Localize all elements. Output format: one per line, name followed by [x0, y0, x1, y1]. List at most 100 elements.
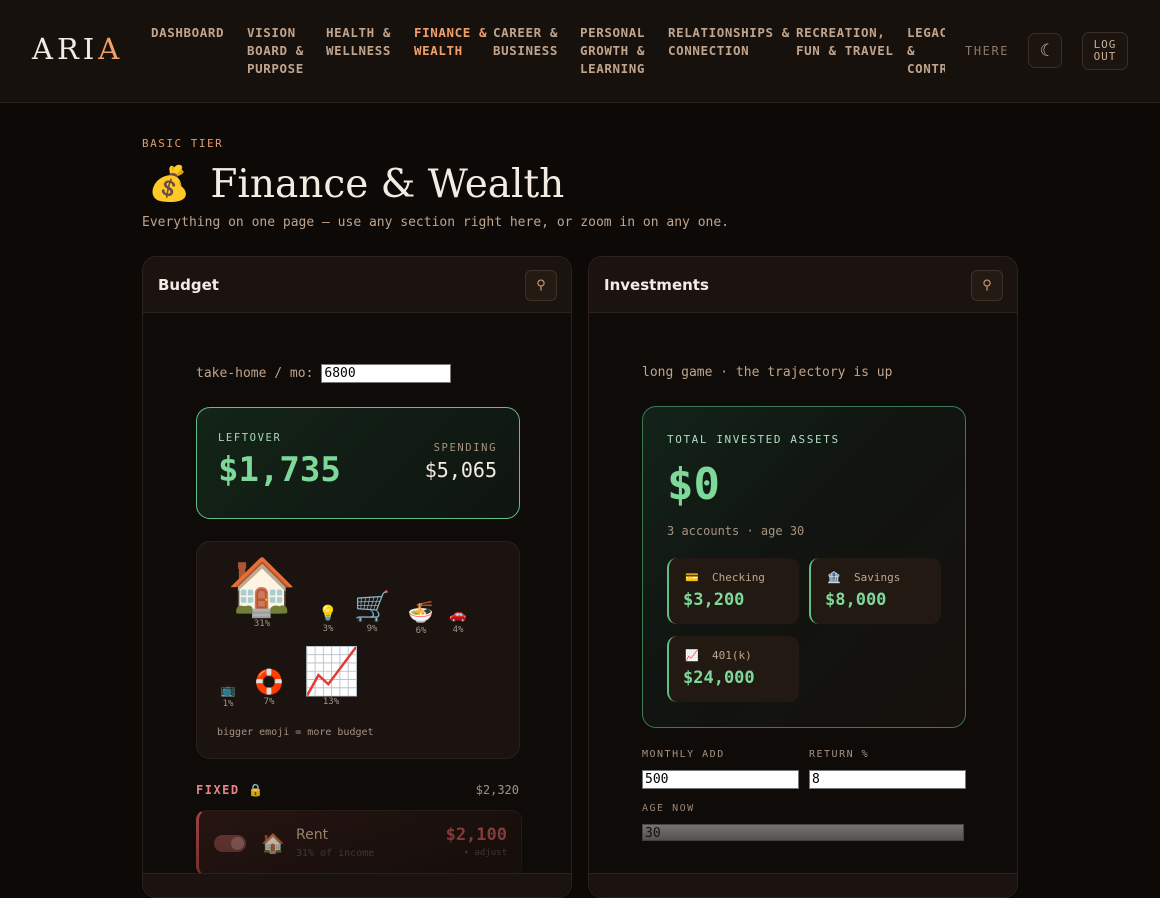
account-401k[interactable]: 📈 401(k) $24,000 [667, 636, 799, 702]
dining-emoji: 🍜 6% [407, 600, 435, 637]
spending-label: SPENDING [433, 442, 497, 454]
spending-value: $5,065 [424, 458, 497, 482]
rent-toggle[interactable] [214, 835, 246, 852]
toggle-knob [231, 837, 244, 850]
emoji-pct: 4% [452, 625, 464, 635]
investments-card-header: Investments ⚲ [589, 257, 1017, 313]
bank-icon: 🏦 [827, 571, 841, 584]
housing-emoji: 🏠 31% [227, 555, 297, 630]
account-label: 401(k) [711, 649, 752, 662]
budget-card: Budget ⚲ take-home / mo: LEFTOVER $1,735… [142, 256, 572, 898]
nav-item-health-wellness[interactable]: HEALTH & WELLNESS [326, 24, 414, 60]
emoji-pct: 7% [263, 697, 275, 707]
house-icon: 🏠 [227, 555, 297, 620]
budget-card-footer [143, 873, 571, 897]
takehome-label: take-home / mo: [196, 366, 314, 381]
total-assets-label: TOTAL INVESTED ASSETS [667, 433, 840, 446]
nav-item-legacy-contribution[interactable]: LEGACY & CONTRIBUTION [907, 24, 945, 78]
lightbulb-icon: 💡 [318, 604, 338, 622]
nav-item-finance-wealth[interactable]: FINANCE & WEALTH [414, 24, 493, 60]
pin-icon: ⚲ [982, 278, 992, 293]
investments-card-footer [589, 873, 1017, 897]
page-title-text: Finance & Wealth [210, 161, 565, 207]
return-rate-input[interactable] [809, 770, 966, 789]
chart-increasing-icon: 📈 [685, 649, 699, 662]
nav-item-career-business[interactable]: CAREER & BUSINESS [493, 24, 580, 60]
nav-item-recreation-fun-travel[interactable]: RECREATION, FUN & TRAVEL [796, 24, 907, 60]
total-assets-value: $0 [667, 459, 720, 510]
account-value: $3,200 [683, 590, 745, 610]
budget-title: Budget [158, 276, 219, 294]
leftover-summary: LEFTOVER $1,735 SPENDING $5,065 [196, 407, 520, 519]
fixed-section-label: FIXED 🔒 [196, 783, 265, 797]
lifebuoy-icon: 🛟 [254, 668, 284, 696]
account-label: Savings [853, 571, 901, 584]
subscriptions-emoji: 📺 1% [215, 684, 241, 709]
chart-increasing-icon: 📈 [303, 644, 361, 698]
monthly-add-input[interactable] [642, 770, 799, 789]
fixed-total: $2,320 [475, 783, 519, 797]
credit-card-icon: 💳 [685, 571, 699, 584]
account-name: 💳 Checking [685, 571, 765, 584]
takehome-input[interactable] [321, 364, 452, 383]
tier-label: BASIC TIER [142, 137, 224, 150]
emoji-pct: 6% [415, 626, 427, 636]
rent-adjust-link[interactable]: ▾ adjust [464, 848, 507, 858]
rent-amount: $2,100 [445, 825, 507, 845]
house-icon: 🏠 [261, 833, 285, 855]
cart-icon: 🛒 [354, 589, 391, 623]
account-checking[interactable]: 💳 Checking $3,200 [667, 558, 799, 624]
nav-item-vision-board-purpose[interactable]: VISION BOARD & PURPOSE [247, 24, 326, 78]
noodles-icon: 🍜 [407, 600, 435, 624]
tv-icon: 📺 [220, 683, 236, 697]
monthly-add-label: MONTHLY ADD [642, 749, 725, 760]
transport-emoji: 🚗 4% [445, 608, 471, 635]
investing-emoji: 📈 13% [303, 644, 361, 707]
return-rate-label: RETURN % [809, 749, 870, 760]
safety-emoji: 🛟 7% [253, 670, 285, 707]
rent-expense-row[interactable]: 🏠 Rent 31% of income $2,100 ▾ adjust [196, 810, 522, 876]
utilities-emoji: 💡 3% [314, 604, 342, 635]
emoji-pct: 3% [322, 624, 334, 634]
nav-item-relationships-connection[interactable]: RELATIONSHIPS & CONNECTION [668, 24, 796, 60]
logo-accent-letter: A [98, 32, 124, 66]
account-value: $8,000 [825, 590, 887, 610]
account-savings[interactable]: 🏦 Savings $8,000 [809, 558, 941, 624]
page-title: 💰 Finance & Wealth [148, 160, 564, 208]
money-bag-icon: 💰 [148, 164, 191, 204]
user-greeting: THERE [965, 44, 1010, 58]
main-navigation: DASHBOARD VISION BOARD & PURPOSEHEALTH & … [151, 24, 945, 84]
car-icon: 🚗 [449, 607, 467, 623]
account-name: 📈 401(k) [685, 649, 752, 662]
theme-toggle-button[interactable]: ☾ [1028, 33, 1062, 68]
leftover-value: $1,735 [218, 450, 341, 490]
age-now-input[interactable]: 30 [642, 824, 964, 841]
investments-title: Investments [604, 276, 709, 294]
age-now-label: AGE NOW [642, 803, 695, 814]
leftover-label: LEFTOVER [218, 432, 282, 444]
investments-zoom-button[interactable]: ⚲ [971, 270, 1003, 301]
account-name: 🏦 Savings [827, 571, 900, 584]
nav-item-dashboard[interactable]: DASHBOARD [151, 24, 247, 42]
rent-income-share: 31% of income [296, 848, 375, 859]
emoji-pct: 31% [253, 619, 271, 629]
emoji-pct: 13% [322, 697, 340, 707]
groceries-emoji: 🛒 9% [354, 589, 391, 635]
logout-button[interactable]: LOG OUT [1082, 32, 1128, 70]
page-subtitle: Everything on one page — use any section… [142, 215, 729, 230]
account-value: $24,000 [683, 668, 755, 688]
logo-text: ARI [32, 32, 99, 66]
takehome-row: take-home / mo: [196, 364, 452, 383]
emoji-pct: 1% [222, 699, 234, 709]
rent-name: Rent [296, 827, 329, 843]
budget-card-header: Budget ⚲ [143, 257, 571, 313]
investments-tagline: long game · the trajectory is up [642, 365, 893, 380]
pin-icon: ⚲ [536, 278, 546, 293]
investments-card: Investments ⚲ long game · the trajectory… [588, 256, 1018, 898]
nav-item-personal-growth-learning[interactable]: PERSONAL GROWTH & LEARNING [580, 24, 668, 78]
moon-icon: ☾ [1039, 40, 1051, 61]
accounts-summary: 3 accounts · age 30 [667, 524, 805, 538]
budget-zoom-button[interactable]: ⚲ [525, 270, 557, 301]
aria-logo[interactable]: ARIA [32, 32, 123, 66]
emoji-pct: 9% [366, 624, 378, 634]
